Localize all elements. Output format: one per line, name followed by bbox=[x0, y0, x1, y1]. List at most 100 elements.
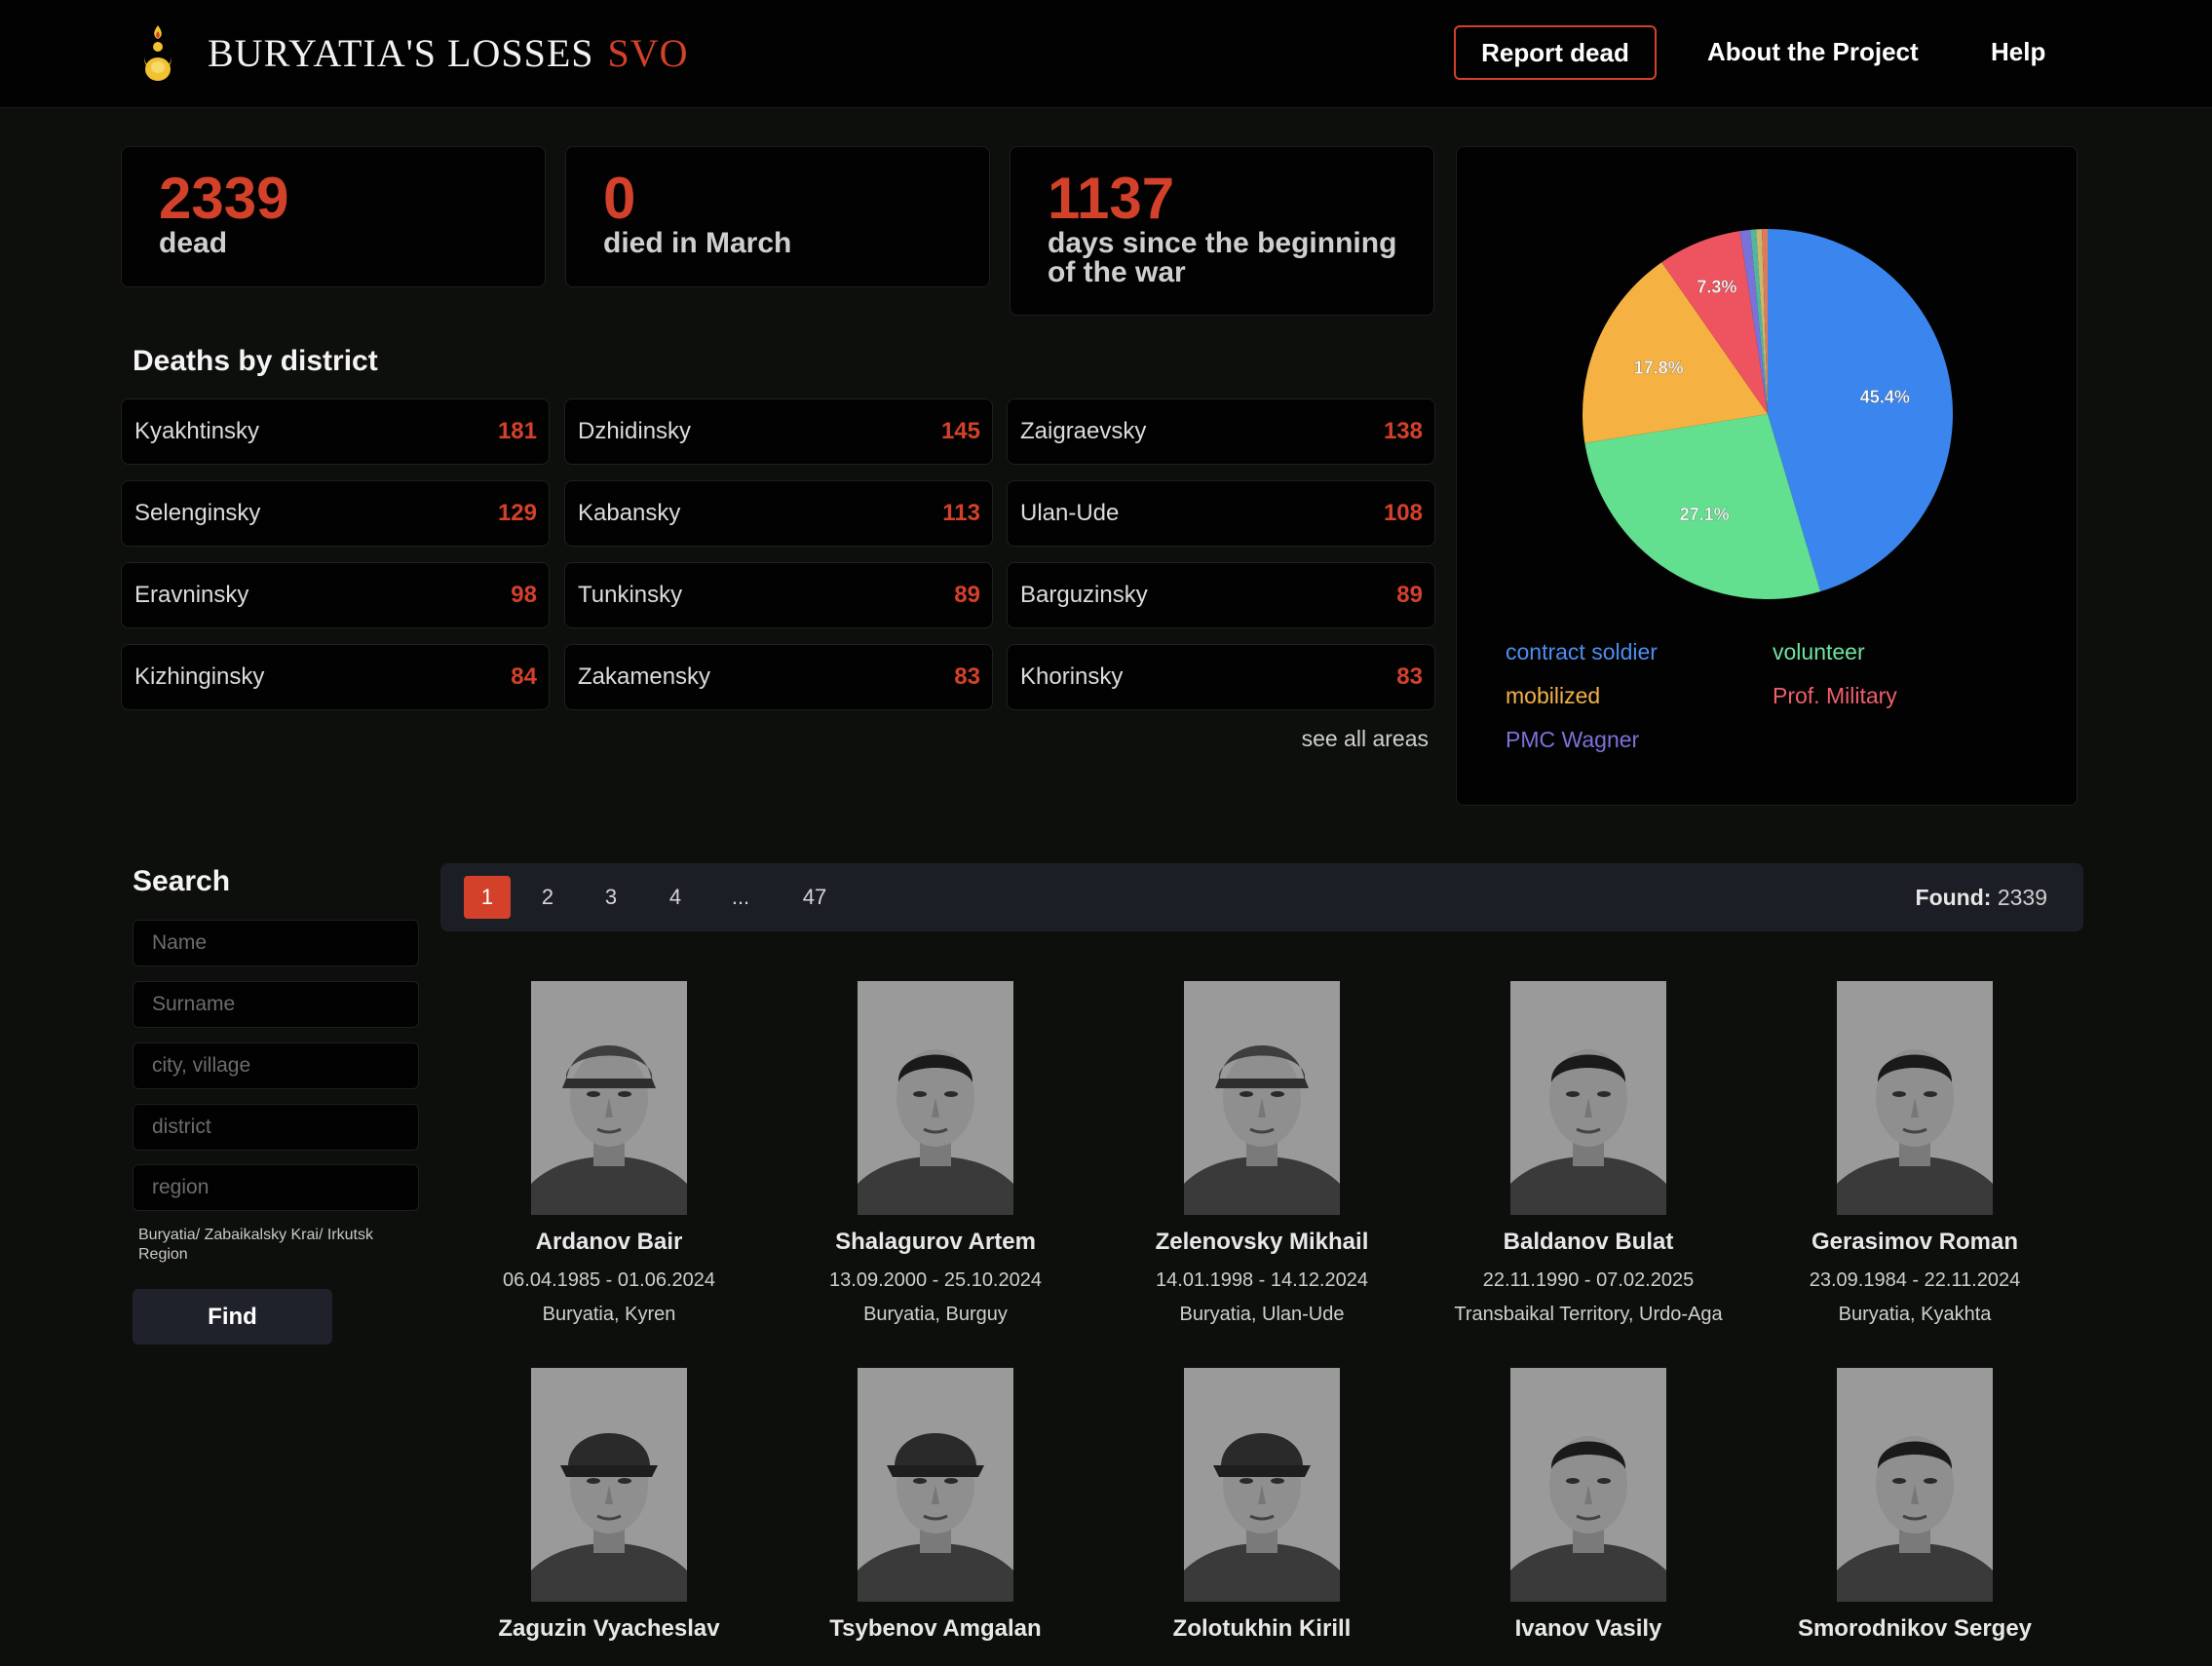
legend-item[interactable]: Prof. Military bbox=[1773, 683, 1897, 709]
district-item[interactable]: Zaigraevsky 138 bbox=[1007, 398, 1435, 465]
district-item[interactable]: Kyakhtinsky 181 bbox=[121, 398, 550, 465]
district-item[interactable]: Dzhidinsky 145 bbox=[564, 398, 993, 465]
find-button[interactable]: Find bbox=[133, 1289, 332, 1344]
district-name: Kizhinginsky bbox=[134, 663, 265, 690]
person-name[interactable]: Smorodnikov Sergey bbox=[1749, 1615, 2080, 1643]
stat-label: dead bbox=[159, 227, 228, 259]
district-item[interactable]: Kizhinginsky 84 bbox=[121, 644, 550, 710]
district-name: Khorinsky bbox=[1020, 663, 1124, 690]
person-card[interactable]: Shalagurov Artem 13.09.2000 - 25.10.2024 B… bbox=[770, 981, 1101, 1326]
person-name[interactable]: Zaguzin Vyacheslav bbox=[443, 1615, 775, 1643]
person-card[interactable]: Ivanov Vasily bbox=[1423, 1368, 1754, 1656]
district-name: Zakamensky bbox=[578, 663, 711, 690]
person-name[interactable]: Tsybenov Amgalan bbox=[770, 1615, 1101, 1643]
person-card[interactable]: Tsybenov Amgalan bbox=[770, 1368, 1101, 1656]
district-count: 108 bbox=[1383, 500, 1423, 526]
stat-card-dead: 2339 dead bbox=[121, 146, 546, 287]
districts-title: Deaths by district bbox=[133, 345, 378, 377]
site-title[interactable]: BURYATIA'S LOSSES SVO bbox=[208, 30, 689, 76]
person-card[interactable]: Ardanov Bair 06.04.1985 - 01.06.2024 Burya… bbox=[443, 981, 775, 1326]
stat-value: 2339 bbox=[159, 166, 289, 231]
person-photo[interactable] bbox=[1837, 1368, 1993, 1602]
district-item[interactable]: Barguzinsky 89 bbox=[1007, 562, 1435, 628]
person-name[interactable]: Baldanov Bulat bbox=[1423, 1229, 1754, 1256]
person-name[interactable]: Gerasimov Roman bbox=[1749, 1229, 2080, 1256]
district-item[interactable]: Kabansky 113 bbox=[564, 480, 993, 547]
district-name: Eravninsky bbox=[134, 582, 249, 608]
person-photo[interactable] bbox=[858, 1368, 1013, 1602]
person-dates: 23.09.1984 - 22.11.2024 bbox=[1809, 1269, 2021, 1291]
person-photo[interactable] bbox=[531, 1368, 687, 1602]
person-dates: 06.04.1985 - 01.06.2024 bbox=[503, 1269, 715, 1291]
person-name[interactable]: Ivanov Vasily bbox=[1423, 1615, 1754, 1643]
region-input[interactable] bbox=[133, 1164, 419, 1211]
person-card[interactable]: Zelenovsky Mikhail 14.01.1998 - 14.12.202… bbox=[1096, 981, 1428, 1326]
district-count: 181 bbox=[497, 418, 537, 444]
person-name[interactable]: Zolotukhin Kirill bbox=[1096, 1615, 1428, 1643]
person-photo[interactable] bbox=[1837, 981, 1993, 1215]
found-count: Found: 2339 bbox=[1916, 885, 2047, 911]
page-47-button[interactable]: 47 bbox=[797, 876, 832, 919]
region-hint: Buryatia/ Zabaikalsky Krai/ Irkutsk Regi… bbox=[138, 1227, 373, 1263]
person-card[interactable]: Zaguzin Vyacheslav bbox=[443, 1368, 775, 1656]
person-photo[interactable] bbox=[1510, 1368, 1666, 1602]
district-item[interactable]: Ulan-Ude 108 bbox=[1007, 480, 1435, 547]
page-4-button[interactable]: 4 bbox=[658, 876, 693, 919]
person-photo[interactable] bbox=[1184, 1368, 1340, 1602]
district-count: 84 bbox=[511, 663, 537, 690]
person-place: Transbaikal Territory, Urdo-Aga bbox=[1454, 1304, 1723, 1325]
person-name[interactable]: Ardanov Bair bbox=[443, 1229, 775, 1256]
district-count: 138 bbox=[1383, 418, 1423, 444]
page-3-button[interactable]: 3 bbox=[593, 876, 629, 919]
person-photo[interactable] bbox=[1510, 981, 1666, 1215]
person-dates: 13.09.2000 - 25.10.2024 bbox=[829, 1269, 1042, 1291]
legend-item[interactable]: mobilized bbox=[1506, 683, 1600, 709]
person-photo[interactable] bbox=[1184, 981, 1340, 1215]
page-ellipsis: ... bbox=[731, 885, 750, 909]
city-village-input[interactable] bbox=[133, 1042, 419, 1089]
district-name: Kabansky bbox=[578, 500, 681, 526]
nav-about-link[interactable]: About the Project bbox=[1707, 37, 1919, 67]
report-dead-button[interactable]: Report dead bbox=[1454, 25, 1657, 80]
district-item[interactable]: Selenginsky 129 bbox=[121, 480, 550, 547]
stat-label: died in March bbox=[603, 227, 792, 259]
person-photo[interactable] bbox=[531, 981, 687, 1215]
soyombo-flame-icon[interactable] bbox=[136, 23, 179, 86]
district-item[interactable]: Eravninsky 98 bbox=[121, 562, 550, 628]
pie-slice-label: 45.4% bbox=[1860, 387, 1910, 406]
pie-slice-label: 17.8% bbox=[1634, 358, 1684, 377]
see-all-areas-link[interactable]: see all areas bbox=[1267, 726, 1429, 752]
district-item[interactable]: Zakamensky 83 bbox=[564, 644, 993, 710]
person-place: Buryatia, Ulan-Ude bbox=[1179, 1304, 1345, 1325]
person-name[interactable]: Shalagurov Artem bbox=[770, 1229, 1101, 1256]
person-card[interactable]: Gerasimov Roman 23.09.1984 - 22.11.2024 Bu… bbox=[1749, 981, 2080, 1326]
district-input[interactable] bbox=[133, 1104, 419, 1151]
stat-value: 0 bbox=[603, 166, 636, 231]
district-count: 83 bbox=[1396, 663, 1423, 690]
person-card[interactable]: Zolotukhin Kirill bbox=[1096, 1368, 1428, 1656]
district-name: Tunkinsky bbox=[578, 582, 683, 608]
pie-slice-label: 7.3% bbox=[1697, 277, 1736, 296]
stat-card-days: 1137 days since the beginning of the war bbox=[1010, 146, 1434, 316]
district-item[interactable]: Khorinsky 83 bbox=[1007, 644, 1435, 710]
stat-card-month: 0 died in March bbox=[565, 146, 990, 287]
site-title-text: BURYATIA'S LOSSES bbox=[208, 31, 594, 75]
name-input[interactable] bbox=[133, 920, 419, 966]
stat-label: days since the beginning of the war bbox=[1048, 227, 1397, 288]
person-dates: 14.01.1998 - 14.12.2024 bbox=[1156, 1269, 1368, 1291]
person-place: Buryatia, Kyren bbox=[542, 1304, 676, 1325]
district-count: 89 bbox=[954, 582, 980, 608]
legend-item[interactable]: volunteer bbox=[1773, 639, 1865, 665]
page-2-button[interactable]: 2 bbox=[530, 876, 565, 919]
person-card[interactable]: Baldanov Bulat 22.11.1990 - 07.02.2025 Tra… bbox=[1423, 981, 1754, 1326]
nav-help-link[interactable]: Help bbox=[1991, 37, 2045, 67]
district-item[interactable]: Tunkinsky 89 bbox=[564, 562, 993, 628]
legend-item[interactable]: contract soldier bbox=[1506, 639, 1658, 665]
person-place: Buryatia, Kyakhta bbox=[1838, 1304, 1992, 1325]
page-1-button[interactable]: 1 bbox=[464, 876, 511, 919]
person-name[interactable]: Zelenovsky Mikhail bbox=[1096, 1229, 1428, 1256]
surname-input[interactable] bbox=[133, 981, 419, 1028]
person-photo[interactable] bbox=[858, 981, 1013, 1215]
legend-item[interactable]: PMC Wagner bbox=[1506, 727, 1639, 753]
person-card[interactable]: Smorodnikov Sergey bbox=[1749, 1368, 2080, 1656]
